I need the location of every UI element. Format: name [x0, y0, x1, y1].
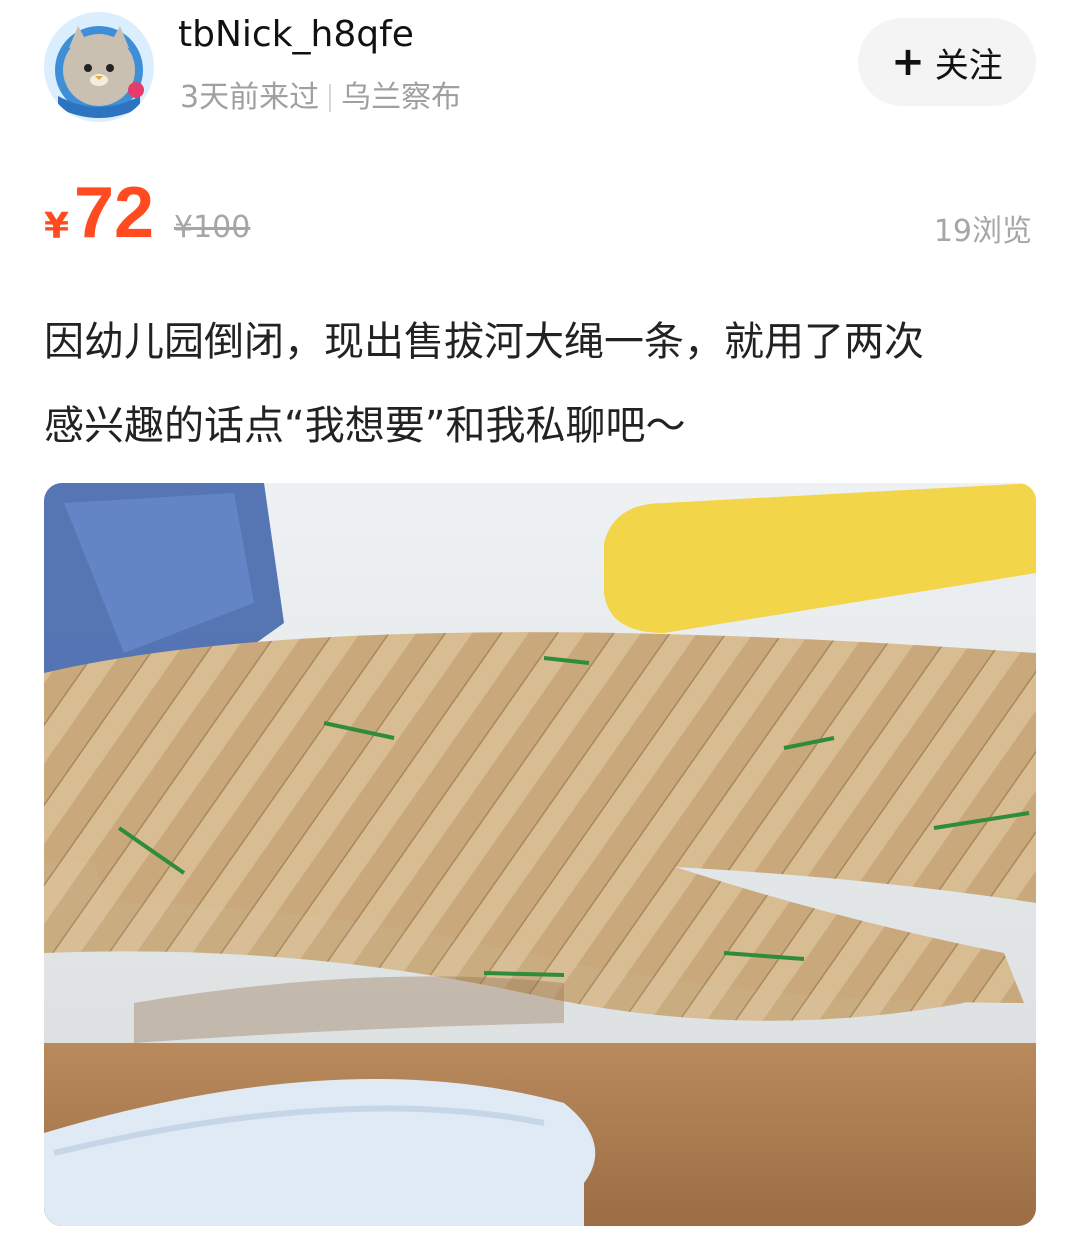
plus-icon: + [891, 39, 925, 85]
seller-header: tbNick_h8qfe 3天前来过 乌兰察布 + 关注 [0, 0, 1080, 140]
item-description: 因幼儿园倒闭，现出售拔河大绳一条，就用了两次 感兴趣的话点“我想要”和我私聊吧～ [44, 300, 1044, 468]
last-seen-text: 3天前来过 [180, 80, 320, 115]
item-photo[interactable] [44, 483, 1036, 1226]
rope-photo-image [44, 483, 1036, 1226]
seller-avatar[interactable] [44, 12, 154, 122]
description-line-1: 因幼儿园倒闭，现出售拔河大绳一条，就用了两次 [44, 319, 924, 365]
original-price: ¥100 [174, 210, 251, 245]
seller-username[interactable]: tbNick_h8qfe [178, 14, 414, 55]
follow-button[interactable]: + 关注 [858, 18, 1036, 106]
location-text: 乌兰察布 [341, 80, 462, 115]
seller-meta: 3天前来过 乌兰察布 [180, 72, 461, 116]
follow-button-label: 关注 [934, 45, 1003, 86]
meta-divider [329, 84, 332, 112]
view-count: 19浏览 [933, 214, 1032, 249]
cat-astronaut-avatar-icon [44, 12, 154, 122]
price-row: ¥ 72 ¥100 19浏览 [44, 170, 1036, 260]
description-line-2: 感兴趣的话点“我想要”和我私聊吧～ [44, 403, 686, 449]
current-price: 72 [74, 173, 155, 253]
currency-symbol: ¥ [44, 206, 70, 247]
